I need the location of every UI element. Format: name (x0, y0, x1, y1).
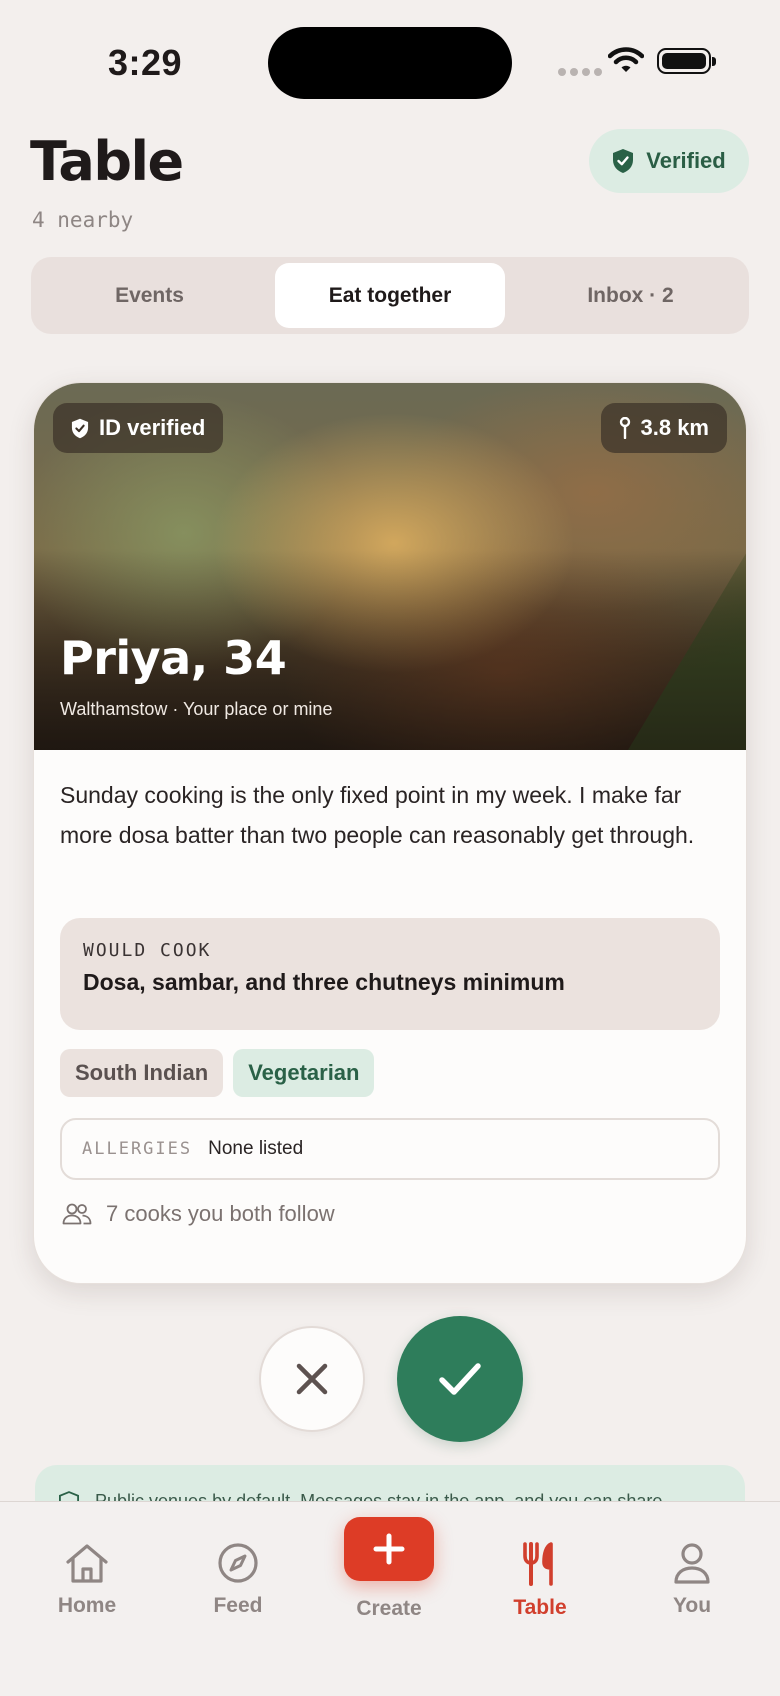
verified-badge[interactable]: Verified (589, 129, 749, 193)
tab-create[interactable]: Create (329, 1517, 449, 1621)
pass-button[interactable] (259, 1326, 365, 1432)
home-icon (66, 1544, 108, 1583)
shield-check-icon (71, 418, 89, 438)
id-verified-label: ID verified (99, 415, 206, 440)
people-icon (62, 1203, 92, 1225)
mutual-follows[interactable]: 7 cooks you both follow (62, 1201, 335, 1227)
page-title: Table (30, 130, 184, 193)
tab-feed-label: Feed (213, 1594, 263, 1617)
would-cook-value: Dosa, sambar, and three chutneys minimum (83, 969, 565, 995)
shield-check-icon (613, 149, 634, 173)
would-cook-box: WOULD COOK Dosa, sambar, and three chutn… (60, 918, 720, 1030)
compass-icon (218, 1543, 258, 1583)
nearby-count: 4 nearby (32, 208, 134, 232)
tab-home-label: Home (57, 1594, 117, 1617)
location-pin-icon (619, 417, 630, 439)
status-time: 3:29 (108, 42, 183, 83)
accept-button[interactable] (397, 1316, 523, 1442)
profile-card[interactable]: ID verified 3.8 km Priya, 34 Walthamstow… (33, 382, 747, 1284)
status-bar: 3:29 (0, 0, 780, 120)
tab-you[interactable]: You (632, 1542, 752, 1618)
tab-bar: Home Feed Create Table You (0, 1501, 780, 1696)
tab-table-label: Table (513, 1596, 567, 1619)
plus-icon (373, 1533, 405, 1565)
tab-inbox[interactable]: Inbox · 2 (518, 263, 743, 328)
tag-south-indian: South Indian (60, 1049, 224, 1097)
tab-events[interactable]: Events (37, 263, 262, 328)
battery-icon (657, 48, 716, 74)
tab-you-label: You (672, 1594, 712, 1617)
allergies-value: None listed (208, 1138, 304, 1159)
mutual-follows-label: 7 cooks you both follow (106, 1201, 335, 1226)
allergies-row: ALLERGIES None listed (60, 1118, 720, 1180)
checkmark-icon (439, 1363, 481, 1395)
profile-name: Priya, 34 (60, 631, 287, 685)
segmented-control: Events Eat together Inbox · 2 (31, 257, 749, 334)
tab-eat-together[interactable]: Eat together (275, 263, 505, 328)
tag-vegetarian: Vegetarian (233, 1049, 375, 1097)
id-verified-badge: ID verified (53, 403, 224, 453)
cuisine-tags: South Indian Vegetarian (60, 1049, 375, 1097)
cellular-signal-icon (558, 68, 602, 76)
distance-label: 3.8 km (640, 415, 710, 440)
profile-location: Walthamstow · Your place or mine (60, 699, 333, 719)
wifi-icon (608, 47, 644, 72)
tab-home[interactable]: Home (27, 1542, 147, 1618)
tab-feed[interactable]: Feed (178, 1542, 298, 1618)
person-icon (674, 1543, 710, 1584)
create-button[interactable] (344, 1517, 434, 1581)
dynamic-island (268, 27, 512, 99)
close-icon (296, 1363, 328, 1395)
allergies-label: ALLERGIES (82, 1139, 193, 1159)
profile-bio: Sunday cooking is the only fixed point i… (60, 782, 695, 848)
would-cook-label: WOULD COOK (83, 940, 212, 961)
verified-label: Verified (646, 148, 726, 173)
distance-badge: 3.8 km (600, 403, 727, 453)
fork-knife-icon (523, 1542, 553, 1586)
tab-create-label: Create (356, 1597, 422, 1620)
tab-table[interactable]: Table (480, 1542, 600, 1620)
